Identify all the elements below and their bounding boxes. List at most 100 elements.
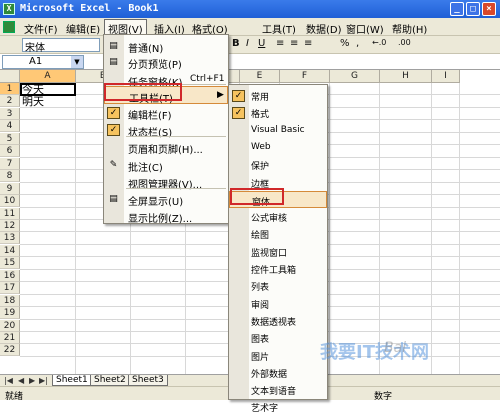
bold-button[interactable]: B bbox=[232, 38, 240, 52]
column-header-f[interactable]: F bbox=[280, 70, 330, 83]
row-header-6[interactable]: 6 bbox=[0, 145, 20, 158]
toolbar-option-12[interactable]: 审阅 bbox=[229, 295, 327, 312]
view-menu-item-6[interactable]: 页眉和页脚(H)... bbox=[104, 138, 228, 156]
menu-data[interactable]: 数据(D) bbox=[306, 21, 342, 36]
row-header-14[interactable]: 14 bbox=[0, 244, 20, 257]
toolbar-option-label: 常用 bbox=[251, 93, 270, 103]
toolbar-option-15[interactable]: 图片 bbox=[229, 347, 327, 364]
toolbar-option-16[interactable]: 外部数据 bbox=[229, 364, 327, 381]
toolbar-option-label: Visual Basic bbox=[251, 124, 305, 135]
toolbar-option-3[interactable]: Web bbox=[229, 139, 327, 156]
row-header-12[interactable]: 12 bbox=[0, 219, 20, 232]
align-right-button[interactable]: ≡ bbox=[304, 38, 312, 52]
highlight-box-toolbars bbox=[104, 83, 182, 101]
view-menu-item-4[interactable]: ✓ 编辑栏(F) bbox=[104, 104, 228, 122]
row-header-17[interactable]: 17 bbox=[0, 282, 20, 295]
row-header-19[interactable]: 19 bbox=[0, 307, 20, 320]
fullscreen-icon: ▤ bbox=[109, 194, 118, 204]
next-sheet-arrow-icon[interactable]: ▶ bbox=[29, 376, 35, 385]
toolbar-option-10[interactable]: 控件工具箱 bbox=[229, 260, 327, 277]
row-header-11[interactable]: 11 bbox=[0, 207, 20, 220]
workbook-icon[interactable] bbox=[3, 21, 15, 33]
view-menu-item-1[interactable]: ▤ 分页预览(P) bbox=[104, 53, 228, 71]
toolbar-option-14[interactable]: 图表 bbox=[229, 329, 327, 346]
excel-app-icon: X bbox=[3, 3, 15, 15]
menu-tools[interactable]: 工具(T) bbox=[262, 21, 296, 36]
menu-window[interactable]: 窗口(W) bbox=[346, 21, 384, 36]
name-box[interactable]: A1 ▼ bbox=[2, 55, 84, 69]
toolbar-option-18[interactable]: 艺术字 bbox=[229, 398, 327, 415]
minimize-button[interactable]: _ bbox=[450, 2, 464, 16]
checkmark-icon: ✓ bbox=[107, 124, 120, 136]
prev-sheet-arrow-icon[interactable]: ◀ bbox=[18, 376, 24, 385]
toolbar-option-4[interactable]: 保护 bbox=[229, 156, 327, 173]
comma-button[interactable]: , bbox=[356, 38, 359, 52]
row-header-8[interactable]: 8 bbox=[0, 170, 20, 183]
toolbar-option-label: 审阅 bbox=[251, 300, 270, 311]
toolbar-option-1[interactable]: ✓ 格式 bbox=[229, 104, 327, 121]
row-header-3[interactable]: 3 bbox=[0, 107, 20, 120]
italic-button[interactable]: I bbox=[246, 38, 249, 52]
column-header-h[interactable]: H bbox=[380, 70, 432, 83]
view-menu-item-10[interactable]: 显示比例(Z)... bbox=[104, 207, 228, 225]
percent-button[interactable]: % bbox=[340, 38, 350, 52]
toolbar-option-7[interactable]: 公式审核 bbox=[229, 208, 327, 225]
row-header-20[interactable]: 20 bbox=[0, 319, 20, 332]
first-sheet-arrow-icon[interactable]: |◀ bbox=[4, 376, 13, 385]
toolbar-option-13[interactable]: 数据透视表 bbox=[229, 312, 327, 329]
toolbar-option-8[interactable]: 绘图 bbox=[229, 225, 327, 242]
column-header-e[interactable]: E bbox=[240, 70, 280, 83]
row-header-1[interactable]: 1 bbox=[0, 83, 20, 95]
menu-file[interactable]: 文件(F) bbox=[24, 21, 58, 36]
blank-icon bbox=[232, 367, 245, 379]
row-header-5[interactable]: 5 bbox=[0, 132, 20, 145]
toolbar-option-11[interactable]: 列表 bbox=[229, 277, 327, 294]
last-sheet-arrow-icon[interactable]: ▶| bbox=[39, 376, 48, 385]
align-left-button[interactable]: ≡ bbox=[276, 38, 284, 52]
toolbar-option-17[interactable]: 文本到语音 bbox=[229, 381, 327, 398]
toolbar-option-9[interactable]: 监视窗口 bbox=[229, 243, 327, 260]
font-name-box[interactable]: 宋体 bbox=[22, 38, 100, 54]
row-header-4[interactable]: 4 bbox=[0, 120, 20, 133]
row-header-7[interactable]: 7 bbox=[0, 157, 20, 170]
toolbar-option-label: 艺术字 bbox=[251, 404, 279, 415]
increase-decimal-button[interactable]: ←.0 bbox=[372, 38, 386, 52]
select-all-corner[interactable] bbox=[0, 70, 20, 83]
row-header-10[interactable]: 10 bbox=[0, 195, 20, 208]
view-menu-item-7[interactable]: ✎ 批注(C) bbox=[104, 156, 228, 174]
cell-a2[interactable]: 明天 bbox=[22, 96, 44, 108]
toolbar-option-0[interactable]: ✓ 常用 bbox=[229, 87, 327, 104]
formula-bar: A1 ▼ bbox=[0, 54, 500, 70]
menu-help[interactable]: 帮助(H) bbox=[392, 21, 427, 36]
row-header-13[interactable]: 13 bbox=[0, 232, 20, 245]
toolbar-option-label: 图表 bbox=[251, 335, 270, 346]
sheet-tab-2[interactable]: Sheet2 bbox=[90, 375, 130, 386]
chevron-down-icon[interactable]: ▼ bbox=[71, 56, 83, 68]
column-header-a[interactable]: A bbox=[20, 70, 76, 83]
align-center-button[interactable]: ≡ bbox=[290, 38, 298, 52]
sheet-tab-3[interactable]: Sheet3 bbox=[128, 375, 168, 386]
row-header-9[interactable]: 9 bbox=[0, 182, 20, 195]
decrease-decimal-button[interactable]: .00 bbox=[398, 38, 411, 52]
maximize-button[interactable]: □ bbox=[466, 2, 480, 16]
menu-edit[interactable]: 编辑(E) bbox=[66, 21, 100, 36]
view-menu: ▤普通(N)▤分页预览(P)任务窗格(K)Ctrl+F1工具栏(T)▶✓编辑栏(… bbox=[103, 34, 229, 225]
blank-icon bbox=[232, 159, 245, 171]
row-header-16[interactable]: 16 bbox=[0, 269, 20, 282]
formatting-toolbar: 宋体 B I U ≡ ≡ ≡ % , ←.0 .00 bbox=[0, 36, 500, 54]
toolbar-option-2[interactable]: Visual Basic bbox=[229, 122, 327, 139]
row-header-2[interactable]: 2 bbox=[0, 95, 20, 108]
row-header-21[interactable]: 21 bbox=[0, 332, 20, 344]
checkmark-icon: ✓ bbox=[107, 107, 120, 119]
row-header-15[interactable]: 15 bbox=[0, 257, 20, 270]
close-button[interactable]: × bbox=[482, 2, 496, 16]
view-menu-label: 分页预览(P) bbox=[128, 60, 182, 71]
view-menu-item-9[interactable]: ▤ 全屏显示(U) bbox=[104, 190, 228, 208]
sheet-tab-1[interactable]: Sheet1 bbox=[52, 375, 92, 386]
row-header-22[interactable]: 22 bbox=[0, 344, 20, 357]
toolbar-option-label: Web bbox=[251, 141, 271, 152]
column-header-g[interactable]: G bbox=[330, 70, 380, 83]
column-header-i[interactable]: I bbox=[432, 70, 460, 83]
row-header-18[interactable]: 18 bbox=[0, 294, 20, 307]
underline-button[interactable]: U bbox=[258, 38, 265, 52]
